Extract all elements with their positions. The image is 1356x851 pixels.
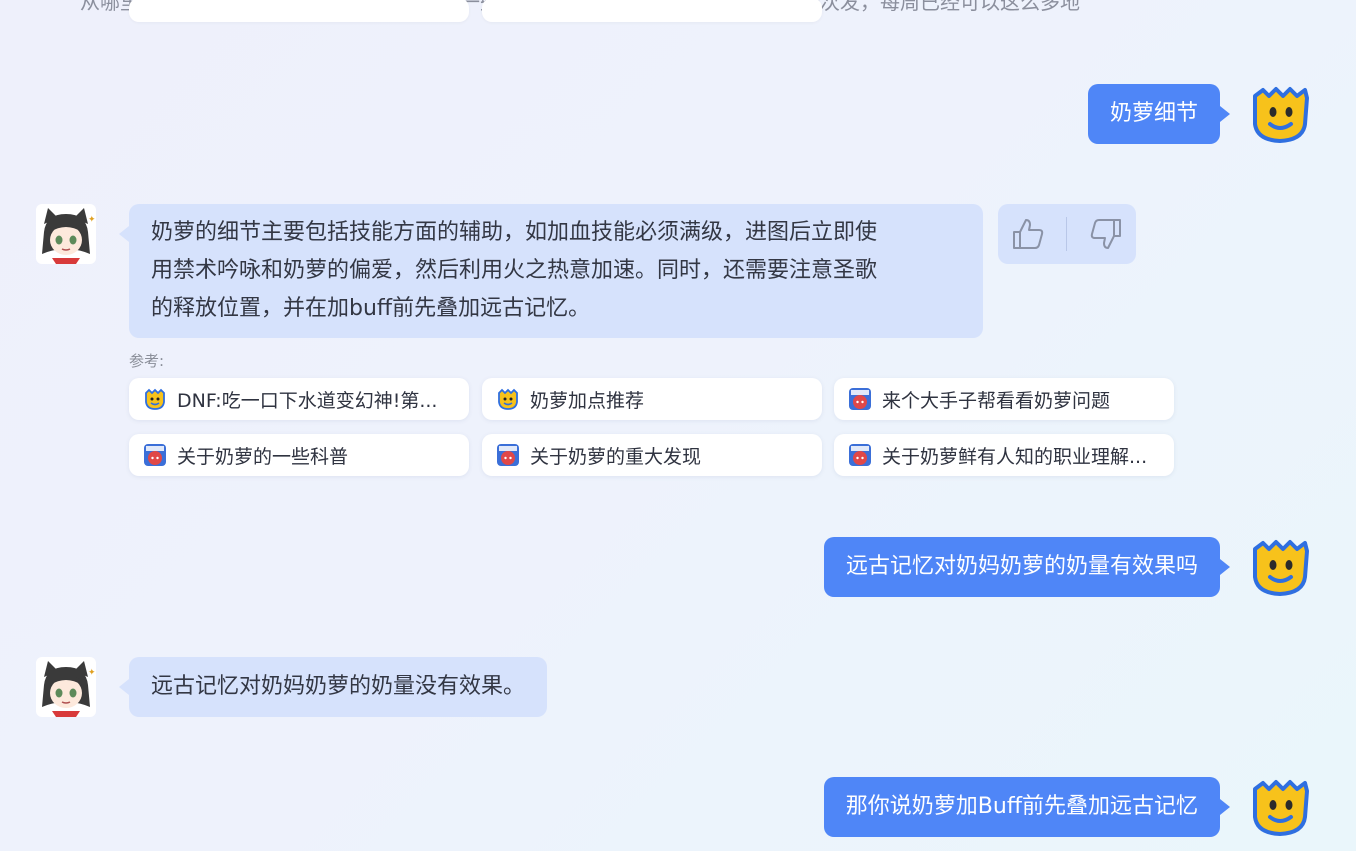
user-message-bubble: 远古记忆对奶妈奶萝的奶量有效果吗 (823, 537, 1231, 597)
colg-icon (849, 444, 871, 466)
reference-title: 奶萝加点推荐 (530, 389, 645, 412)
yellow-smiley-icon (145, 388, 165, 410)
bot-message-line: 用禁术吟咏和奶萝的偏爱，然后利用火之热意加速。同时，还需要注意圣歌 (151, 258, 878, 283)
svg-text:✦: ✦ (88, 668, 96, 678)
feedback-bar (998, 204, 1136, 264)
reference-title: 关于奶萝的重大发现 (530, 445, 702, 468)
reference-card[interactable]: DNF:吃一口下水道变幻神!第... (129, 378, 469, 420)
thumbs-down-icon (1090, 219, 1121, 249)
reference-title: 关于奶萝的一些科普 (177, 445, 349, 468)
reference-card[interactable]: 奶萝加点推荐 (482, 378, 822, 420)
user-avatar-icon (1253, 540, 1309, 596)
colg-icon (849, 388, 871, 410)
user-avatar-icon (1253, 87, 1309, 143)
reference-title: 关于奶萝鲜有人知的职业理解... (882, 445, 1148, 468)
user-message-bubble: 奶萝细节 (1087, 84, 1231, 144)
yellow-smiley-icon (498, 388, 518, 410)
thumbs-up-icon (1013, 219, 1044, 249)
bot-message-line: 奶萝的细节主要包括技能方面的辅助，如加血技能必须满级，进图后立即使 (151, 220, 878, 245)
clipped-reference-card[interactable] (129, 0, 469, 22)
clipped-reference-card[interactable] (482, 0, 822, 22)
reference-card[interactable]: 关于奶萝鲜有人知的职业理解... (834, 434, 1174, 476)
bot-message-bubble: 远古记忆对奶妈奶萝的奶量没有效果。 (118, 657, 548, 717)
feedback-divider (1066, 217, 1068, 251)
thumbs-up-button[interactable] (1006, 212, 1050, 256)
colg-icon (497, 444, 519, 466)
svg-text:✦: ✦ (88, 215, 96, 225)
reference-title: 来个大手子帮看看奶萝问题 (882, 389, 1111, 412)
thumbs-down-button[interactable] (1084, 212, 1128, 256)
bot-avatar-icon: ✦ (36, 657, 96, 717)
reference-card[interactable]: 关于奶萝的重大发现 (482, 434, 822, 476)
colg-icon (144, 444, 166, 466)
reference-title: DNF:吃一口下水道变幻神!第... (177, 389, 438, 412)
bot-avatar-icon: ✦ (36, 204, 96, 264)
reference-card[interactable]: 来个大手子帮看看奶萝问题 (834, 378, 1174, 420)
user-avatar-icon (1253, 780, 1309, 836)
bot-message-bubble: 奶萝的细节主要包括技能方面的辅助，如加血技能必须满级，进图后立即使 用禁术吟咏和… (119, 204, 983, 338)
reference-card[interactable]: 关于奶萝的一些科普 (129, 434, 469, 476)
user-message-bubble: 那你说奶萝加Buff前先叠加远古记忆 (823, 777, 1231, 837)
bot-message-line: 的释放位置，并在加buff前先叠加远古记忆。 (151, 296, 591, 321)
references-label: 参考: (129, 352, 165, 370)
